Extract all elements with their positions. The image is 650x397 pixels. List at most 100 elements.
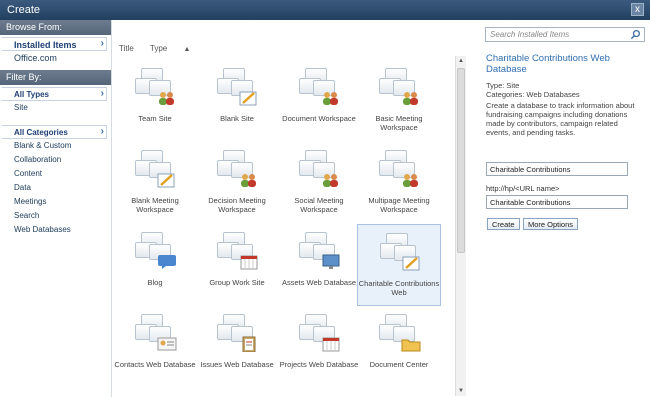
chevron-right-icon: › (100, 38, 104, 49)
template-type: Type: Site (486, 81, 520, 90)
site-template-icon (299, 314, 341, 354)
site-template-icon (135, 314, 177, 354)
sort-ascending-icon: ▲ (183, 46, 191, 53)
site-template-icon (135, 232, 177, 272)
template-tile[interactable]: Social Meeting Workspace (277, 142, 361, 224)
monitor-icon (321, 254, 341, 272)
template-tile[interactable]: Issues Web Database (195, 306, 279, 388)
template-tile[interactable]: Multipage Meeting Workspace (357, 142, 441, 224)
create-button[interactable]: Create (487, 218, 520, 230)
browse-from-header: Browse From: (0, 20, 111, 35)
sort-by-type-label: Type (149, 44, 168, 53)
more-options-button[interactable]: More Options (523, 218, 579, 230)
scroll-up-icon[interactable]: ▲ (456, 56, 466, 66)
template-tile[interactable]: Blog (113, 224, 197, 306)
category-content[interactable]: Content (0, 167, 111, 181)
site-template-icon (379, 150, 421, 190)
template-tile-label: Social Meeting Workspace (294, 196, 344, 214)
template-tile-label: Blank Meeting Workspace (131, 196, 179, 214)
site-template-icon (217, 314, 259, 354)
close-icon[interactable]: x (631, 3, 644, 16)
url-name-field[interactable]: Charitable Contributions (486, 195, 628, 209)
category-data[interactable]: Data (0, 181, 111, 195)
template-tile-label: Document Workspace (282, 114, 356, 123)
people-icon (401, 90, 421, 108)
selected-template-title: Charitable Contributions Web Database (486, 53, 610, 75)
site-template-icon (217, 150, 259, 190)
template-tile-label: Group Work Site (209, 278, 265, 287)
people-icon (401, 172, 421, 190)
scrollbar-thumb[interactable] (457, 68, 465, 253)
template-tile[interactable]: Document Center (357, 306, 441, 388)
template-tile-label: Charitable Contributions Web (358, 279, 440, 297)
template-tile[interactable]: Assets Web Database (277, 224, 361, 306)
site-template-icon (217, 68, 259, 108)
browse-installed-items[interactable]: Installed Items › (0, 37, 107, 51)
category-web-databases[interactable]: Web Databases (0, 223, 111, 237)
category-collaboration[interactable]: Collaboration (0, 153, 111, 167)
calendar-icon (321, 336, 341, 354)
gallery-scrollbar[interactable]: ▲ ▼ (455, 56, 466, 396)
contact-card-icon (157, 336, 177, 354)
chat-bubble-icon (157, 254, 177, 272)
site-template-icon (379, 68, 421, 108)
sort-by-type[interactable]: Type ▲ (150, 44, 205, 53)
site-template-icon (299, 150, 341, 190)
site-template-icon (299, 68, 341, 108)
template-tile[interactable]: Blank Meeting Workspace (113, 142, 197, 224)
dialog-title-bar: Create x (0, 0, 650, 20)
people-icon (321, 172, 341, 190)
browse-office-com[interactable]: Office.com (0, 51, 111, 65)
template-categories: Categories: Web Databases (486, 90, 580, 99)
template-tile-label: Multipage Meeting Workspace (368, 196, 430, 214)
template-tile[interactable]: Group Work Site (195, 224, 279, 306)
calendar-icon (239, 254, 259, 272)
template-tile-label: Projects Web Database (279, 360, 359, 369)
template-tile[interactable]: Document Workspace (277, 60, 361, 142)
folder-icon (401, 336, 421, 354)
filter-by-header: Filter By: (0, 70, 111, 85)
site-template-icon (217, 232, 259, 272)
category-meetings[interactable]: Meetings (0, 195, 111, 209)
name-field[interactable]: Charitable Contributions (486, 162, 628, 176)
template-tile[interactable]: Charitable Contributions Web (357, 224, 441, 306)
template-tile-label: Blog (147, 278, 163, 287)
site-template-icon (135, 68, 177, 108)
template-tile[interactable]: Decision Meeting Workspace (195, 142, 279, 224)
search-box[interactable]: Search Installed Items (485, 27, 645, 42)
pencil-icon (402, 255, 422, 273)
template-tile[interactable]: Projects Web Database (277, 306, 361, 388)
category-search[interactable]: Search (0, 209, 111, 223)
template-tile-label: Decision Meeting Workspace (208, 196, 266, 214)
template-tile[interactable]: Basic Meeting Workspace (357, 60, 441, 142)
chevron-right-icon: › (100, 88, 104, 99)
people-icon (157, 90, 177, 108)
people-icon (239, 172, 259, 190)
template-tile-label: Issues Web Database (200, 360, 274, 369)
template-tile-label: Contacts Web Database (114, 360, 196, 369)
chevron-right-icon: › (100, 126, 104, 137)
scroll-down-icon[interactable]: ▼ (456, 386, 466, 396)
people-icon (321, 90, 341, 108)
template-tile[interactable]: Contacts Web Database (113, 306, 197, 388)
site-template-icon (299, 232, 341, 272)
site-template-icon (379, 314, 421, 354)
template-tile-label: Document Center (369, 360, 429, 369)
search-icon[interactable] (630, 29, 641, 40)
template-tile[interactable]: Blank Site (195, 60, 279, 142)
type-all-types-label: All Types (14, 90, 49, 99)
category-all-categories[interactable]: All Categories › (0, 125, 107, 139)
template-meta: Type: Site Categories: Web Databases (486, 81, 580, 99)
site-template-icon (135, 150, 177, 190)
search-input[interactable]: Search Installed Items (490, 30, 569, 39)
type-all-types[interactable]: All Types › (0, 87, 107, 101)
template-tile-label: Team Site (138, 114, 172, 123)
category-all-categories-label: All Categories (14, 128, 68, 137)
template-tile-label: Assets Web Database (281, 278, 357, 287)
category-blank-custom[interactable]: Blank & Custom (0, 139, 111, 153)
type-site[interactable]: Site (0, 101, 111, 115)
pencil-icon (239, 90, 259, 108)
template-tile[interactable]: Team Site (113, 60, 197, 142)
sort-by-title[interactable]: Title (119, 44, 134, 53)
site-template-icon (380, 233, 422, 273)
